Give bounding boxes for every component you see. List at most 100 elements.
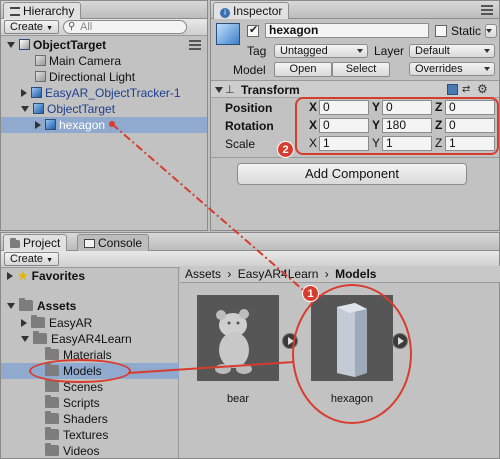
gameobject-cube-icon	[216, 23, 240, 45]
layer-label: Layer	[374, 44, 405, 58]
layer-value: Default	[415, 45, 450, 57]
expand-arrow-icon[interactable]	[7, 42, 15, 48]
folder-label: EasyAR4Learn	[51, 332, 132, 346]
layer-dropdown[interactable]: Default	[409, 44, 495, 58]
tab-project[interactable]: Project	[3, 234, 68, 251]
folder-easyar4learn[interactable]: EasyAR4Learn	[21, 331, 132, 347]
folder-icon	[45, 347, 59, 360]
expand-arrow-icon[interactable]	[21, 106, 29, 112]
hierarchy-create-label: Create	[10, 21, 44, 33]
expand-arrow-icon[interactable]	[7, 303, 15, 309]
assets-row[interactable]: Assets	[7, 298, 76, 314]
folder-icon	[19, 298, 33, 311]
tree-root-objecttarget[interactable]: ObjectTarget	[1, 37, 207, 53]
object-name-field[interactable]: hexagon	[265, 23, 429, 38]
tab-inspector[interactable]: i Inspector	[213, 2, 290, 19]
annotation-badge-2: 2	[277, 141, 294, 158]
info-icon: i	[220, 8, 230, 18]
folder-icon	[45, 395, 59, 408]
inspector-menu-icon[interactable]	[481, 5, 493, 15]
tab-hierarchy[interactable]: Hierarchy	[3, 2, 82, 19]
folder-icon	[45, 443, 59, 456]
tree-item-label: Directional Light	[49, 70, 136, 84]
project-create-button[interactable]: Create ▼	[4, 252, 60, 266]
hierarchy-create-button[interactable]: Create ▼	[4, 20, 60, 34]
transform-icon: ⊥	[225, 84, 235, 96]
active-checkbox[interactable]	[247, 23, 259, 37]
help-icon[interactable]	[447, 84, 458, 95]
search-icon: ⚲	[68, 21, 76, 32]
tree-item-label: EasyAR_ObjectTracker-1	[45, 86, 181, 100]
asset-bear-label: bear	[226, 393, 250, 405]
tree-item-label: Main Camera	[49, 54, 122, 68]
folder-shaders[interactable]: Shaders	[45, 411, 108, 427]
tree-item-hexagon[interactable]: hexagon	[1, 117, 207, 133]
hierarchy-search-placeholder: All	[80, 21, 93, 33]
add-component-button[interactable]: Add Component	[237, 163, 467, 185]
static-checkbox[interactable]	[435, 25, 447, 37]
breadcrumb-easyar4learn[interactable]: EasyAR4Learn	[238, 267, 319, 281]
collapse-arrow-icon[interactable]	[7, 272, 13, 280]
select-button[interactable]: Select	[332, 62, 390, 77]
breadcrumb-assets[interactable]: Assets	[185, 267, 221, 281]
folder-icon	[31, 315, 45, 328]
open-button[interactable]: Open	[274, 62, 332, 77]
collapse-arrow-icon[interactable]	[35, 121, 41, 129]
breadcrumb-models[interactable]: Models	[335, 267, 376, 281]
assets-label: Assets	[37, 299, 77, 313]
collapse-arrow-icon[interactable]	[21, 319, 27, 327]
tab-hierarchy-label: Hierarchy	[23, 4, 75, 18]
tag-dropdown[interactable]: Untagged	[274, 44, 368, 58]
tag-label: Tag	[247, 44, 267, 58]
expand-arrow-icon[interactable]	[215, 87, 223, 93]
transform-header[interactable]: ⊥ Transform ⇄ ⚙	[211, 81, 499, 98]
hierarchy-search-input[interactable]: ⚲ All	[63, 20, 187, 34]
folder-easyar[interactable]: EasyAR	[21, 315, 92, 331]
position-label: Position	[225, 101, 273, 115]
folder-scripts[interactable]: Scripts	[45, 395, 100, 411]
project-tabbar: Project Console	[1, 233, 499, 251]
add-component-label: Add Component	[305, 166, 399, 181]
object-name-value: hexagon	[269, 23, 319, 37]
dropdown-arrow-icon: ▼	[46, 25, 54, 32]
tree-item-objecttarget[interactable]: ObjectTarget	[1, 101, 207, 117]
asset-bear-thumbnail[interactable]	[197, 295, 279, 381]
tree-item-label: hexagon	[59, 118, 106, 132]
project-create-label: Create	[10, 253, 44, 265]
folder-textures[interactable]: Textures	[45, 427, 108, 443]
gear-icon[interactable]: ⚙	[477, 82, 488, 96]
project-folder-tree: ★ Favorites Assets EasyAR EasyAR4Learn Ma…	[1, 268, 179, 458]
folder-label: Shaders	[63, 412, 108, 426]
dropdown-arrow-icon: ▼	[46, 257, 54, 264]
tree-item-directional-light[interactable]: Directional Light	[1, 69, 207, 85]
static-dropdown[interactable]	[485, 24, 497, 38]
tree-item-main-camera[interactable]: Main Camera	[1, 53, 207, 69]
transform-title: Transform	[241, 83, 300, 97]
collapse-arrow-icon[interactable]	[21, 89, 27, 97]
preset-icon[interactable]: ⇄	[462, 84, 470, 95]
folder-label: Videos	[63, 444, 100, 458]
select-label: Select	[345, 63, 377, 75]
scene-menu-icon[interactable]	[189, 40, 201, 50]
tab-console[interactable]: Console	[77, 234, 150, 251]
breadcrumb-separator: ›	[324, 267, 329, 281]
folder-videos[interactable]: Videos	[45, 443, 100, 458]
hierarchy-tabbar: Hierarchy	[1, 1, 207, 19]
prefab-icon	[45, 119, 56, 130]
tab-project-label: Project	[23, 236, 61, 250]
favorites-row[interactable]: ★ Favorites	[7, 268, 85, 284]
divider	[211, 157, 499, 158]
breadcrumb: Assets › EasyAR4Learn › Models	[180, 266, 500, 283]
folder-label: EasyAR	[49, 316, 93, 330]
overrides-dropdown[interactable]: Overrides	[409, 62, 495, 76]
expand-arrow-icon[interactable]	[21, 336, 29, 342]
tree-item-label: ObjectTarget	[47, 102, 116, 116]
folder-icon	[45, 411, 59, 424]
inspector-panel: iInspector hexagon Static Tag Untagged L…	[210, 0, 500, 231]
inspector-tabbar: i Inspector	[211, 1, 499, 19]
folder-icon	[45, 427, 59, 440]
annotation-highlight-box	[295, 97, 499, 155]
tree-item-easyar-tracker[interactable]: EasyAR_ObjectTracker-1	[1, 85, 207, 101]
tag-value: Untagged	[280, 45, 328, 57]
folder-icon	[45, 379, 59, 392]
